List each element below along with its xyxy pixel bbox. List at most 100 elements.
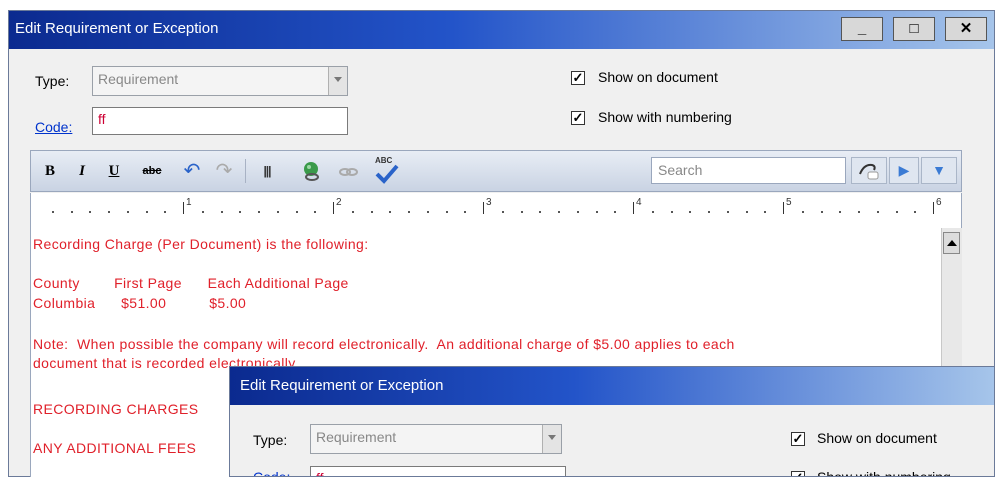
ruler-tick [314, 211, 317, 213]
overlay-title-bar[interactable]: Edit Requirement or Exception [230, 367, 994, 405]
overlay-type-label: Type: [253, 432, 288, 448]
editor-line: RECORDING CHARGES [33, 401, 199, 417]
ruler-tick [895, 211, 898, 213]
ruler-tick [70, 211, 73, 213]
ruler-major-tick [183, 202, 184, 214]
ruler-tick [276, 211, 279, 213]
type-value: Requirement [98, 71, 179, 87]
ruler-tick [239, 211, 242, 213]
overlay-show-with-numbering-label: Show with numbering [817, 469, 951, 477]
ruler-number: 1 [186, 197, 192, 208]
ruler-tick [614, 211, 617, 213]
search-input[interactable]: Search [651, 157, 846, 184]
ruler-tick [689, 211, 692, 213]
show-with-numbering-checkbox[interactable]: ✓ [571, 111, 585, 125]
editor-line: Recording Charge (Per Document) is the f… [33, 236, 369, 252]
overlay-window-title: Edit Requirement or Exception [240, 377, 444, 394]
redo-icon[interactable]: ↷ [213, 159, 235, 183]
ruler-tick [408, 211, 410, 213]
remove-link-icon[interactable] [337, 160, 359, 182]
code-value: ff [98, 111, 106, 127]
bold-button[interactable]: B [39, 159, 61, 183]
search-clear-icon[interactable] [851, 157, 887, 184]
ruler-number: 3 [486, 197, 492, 208]
ruler-major-tick [783, 202, 784, 214]
ruler-tick [464, 211, 467, 213]
show-with-numbering-label: Show with numbering [598, 109, 732, 125]
ruler-tick [501, 211, 504, 213]
scroll-up-button[interactable] [943, 232, 960, 254]
overlay-code-link[interactable]: Code: [253, 469, 290, 476]
ruler-tick [295, 211, 298, 213]
close-button[interactable]: ✕ [945, 17, 987, 41]
ruler-tick [220, 211, 223, 213]
ruler-tick [145, 211, 148, 213]
type-label: Type: [35, 73, 70, 89]
ruler-tick [839, 211, 842, 213]
overlay-code-input[interactable]: ff [310, 466, 566, 476]
ruler-tick [558, 211, 560, 213]
ruler-tick [258, 211, 260, 213]
ruler-tick [51, 211, 54, 213]
formatting-toolbar: B I U abc ↶ ↷ ||| ABC Search ▶ ▼ [30, 150, 962, 192]
show-on-document-label: Show on document [598, 69, 718, 85]
ruler-tick [126, 211, 129, 213]
ruler-tick [539, 211, 542, 213]
undo-icon[interactable]: ↶ [181, 159, 203, 183]
italic-button[interactable]: I [71, 159, 93, 183]
ruler-number: 5 [786, 197, 792, 208]
ruler-tick [164, 211, 167, 213]
ruler-tick [745, 211, 748, 213]
insert-link-icon[interactable] [301, 160, 323, 182]
show-on-document-checkbox[interactable]: ✓ [571, 71, 585, 85]
overlay-show-on-document-label: Show on document [817, 430, 937, 446]
ruler-tick [708, 211, 710, 213]
minimize-button[interactable]: _ [841, 17, 883, 41]
ruler-tick [426, 211, 429, 213]
editor-line: ANY ADDITIONAL FEES [33, 440, 197, 456]
ruler-number: 6 [936, 197, 942, 208]
ruler-tick [820, 211, 823, 213]
ruler-tick [651, 211, 654, 213]
strikethrough-button[interactable]: abc [135, 159, 169, 183]
columns-icon[interactable]: ||| [255, 159, 279, 183]
ruler-tick [876, 211, 879, 213]
editor-line: County First Page Each Additional Page [33, 275, 349, 291]
ruler-tick [858, 211, 860, 213]
chevron-down-icon[interactable] [328, 67, 347, 95]
ruler-tick [445, 211, 448, 213]
ruler-major-tick [933, 202, 934, 214]
editor-line: Columbia $51.00 $5.00 [33, 295, 247, 311]
ruler-tick [108, 211, 110, 213]
ruler-tick [576, 211, 579, 213]
ruler-tick [370, 211, 373, 213]
ruler-major-tick [633, 202, 634, 214]
overlay-code-value: ff [316, 470, 324, 476]
code-input[interactable]: ff [92, 107, 348, 135]
search-next-button[interactable]: ▶ [889, 157, 919, 184]
spellcheck-icon[interactable]: ABC [373, 156, 401, 186]
ruler-tick [801, 211, 804, 213]
window-title: Edit Requirement or Exception [15, 20, 219, 37]
overlay-show-on-document-checkbox[interactable]: ✓ [791, 432, 805, 446]
ruler-number: 4 [636, 197, 642, 208]
ruler[interactable]: 1 2 3 4 5 6 [30, 193, 962, 228]
ruler-major-tick [333, 202, 334, 214]
underline-button[interactable]: U [103, 159, 125, 183]
ruler-major-tick [483, 202, 484, 214]
overlay-chevron-down-icon[interactable] [542, 425, 561, 453]
overlay-show-with-numbering-checkbox[interactable]: ✓ [791, 471, 805, 476]
maximize-button[interactable]: □ [893, 17, 935, 41]
ruler-tick [914, 211, 917, 213]
code-link[interactable]: Code: [35, 119, 72, 135]
ruler-tick [670, 211, 673, 213]
separator [245, 159, 246, 183]
ruler-number: 2 [336, 197, 342, 208]
overlay-type-select[interactable]: Requirement [310, 424, 562, 454]
ruler-tick [389, 211, 392, 213]
title-bar[interactable]: Edit Requirement or Exception _ □ ✕ [9, 11, 994, 49]
type-select[interactable]: Requirement [92, 66, 348, 96]
search-options-button[interactable]: ▼ [921, 157, 957, 184]
ruler-tick [595, 211, 598, 213]
editor-line: Note: When possible the company will rec… [33, 336, 735, 352]
